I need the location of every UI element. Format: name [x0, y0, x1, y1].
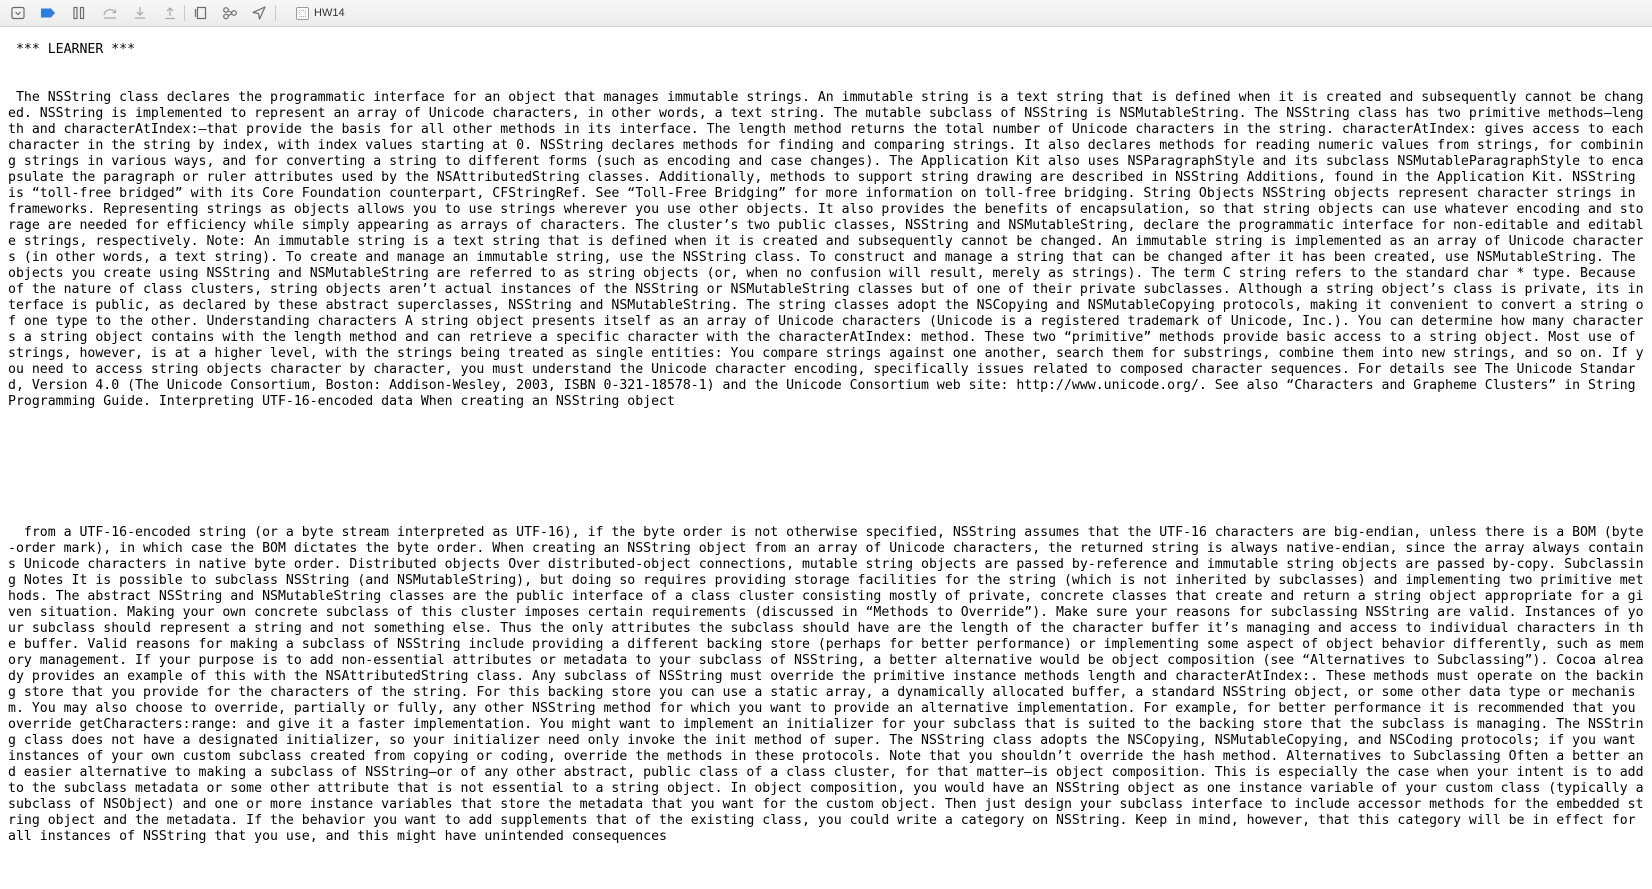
- breadcrumb[interactable]: HW14: [296, 4, 345, 22]
- step-over-icon[interactable]: [102, 5, 118, 21]
- toolbar-divider: [184, 5, 185, 21]
- hide-debug-area-icon[interactable]: [10, 5, 26, 21]
- view-hierarchy-icon[interactable]: [193, 5, 209, 21]
- console-output[interactable]: *** LEARNER *** The NSString class decla…: [0, 28, 1652, 889]
- target-icon: [296, 6, 309, 20]
- console-paragraph: The NSString class declares the programm…: [8, 90, 1652, 409]
- breakpoints-toggle-icon[interactable]: [40, 5, 56, 21]
- pause-icon[interactable]: [71, 5, 87, 21]
- debug-toolbar: HW14: [0, 0, 1652, 27]
- breadcrumb-label: HW14: [314, 7, 345, 19]
- toolbar-divider: [275, 5, 276, 21]
- simulate-location-icon[interactable]: [251, 5, 267, 21]
- console-paragraph: from a UTF-16-encoded string (or a byte …: [8, 525, 1652, 844]
- memory-graph-icon[interactable]: [222, 5, 238, 21]
- console-title-line: *** LEARNER ***: [8, 42, 136, 57]
- step-out-icon[interactable]: [162, 5, 178, 21]
- step-into-icon[interactable]: [132, 5, 148, 21]
